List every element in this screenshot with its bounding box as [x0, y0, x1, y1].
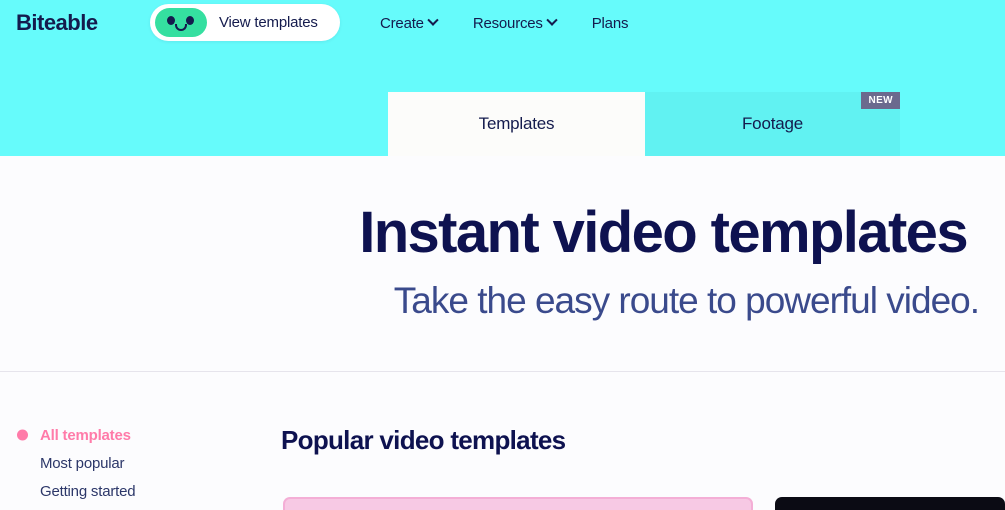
sidebar-item-all-templates[interactable]: All templates [0, 421, 260, 449]
section-heading-popular-video-templates: Popular video templates [281, 425, 566, 455]
primary-navbar: Biteable View templates Create Resources [0, 0, 1005, 46]
tab-templates-label: Templates [478, 114, 555, 133]
content-type-tabs: Templates Footage NEW [388, 92, 900, 156]
template-card[interactable] [283, 497, 753, 510]
tab-templates[interactable]: Templates [388, 92, 645, 156]
sidebar-item-label: Getting started [40, 482, 136, 500]
template-card[interactable] [775, 497, 1005, 510]
sidebar-item-most-popular[interactable]: Most popular [0, 449, 260, 477]
active-dot-icon [17, 429, 28, 441]
page-root: Biteable View templates Create Resources [0, 0, 1005, 510]
main-content: All templates Most popular Getting start… [0, 373, 1005, 510]
nav-item-create-label: Create [380, 14, 424, 32]
chevron-down-icon [546, 14, 558, 26]
page-subtitle: Take the easy route to powerful video. [393, 280, 980, 321]
view-templates-label: View templates [219, 14, 318, 31]
chevron-down-icon [427, 14, 439, 26]
sidebar-item-label: Most popular [40, 454, 125, 472]
hero-section: Instant video templates Take the easy ro… [0, 156, 1005, 372]
sidebar-item-label: All templates [40, 426, 131, 444]
nav-item-resources[interactable]: Resources [472, 14, 558, 32]
nav-item-plans-label: Plans [591, 14, 629, 32]
nav-item-create[interactable]: Create [380, 14, 439, 32]
view-templates-button[interactable]: View templates [150, 4, 340, 41]
tab-footage-label: Footage [742, 114, 803, 133]
tab-footage[interactable]: Footage NEW [645, 92, 900, 156]
nav-item-plans[interactable]: Plans [592, 15, 629, 32]
nav-item-resources-label: Resources [472, 14, 543, 32]
nav-links: Create Resources Plans [380, 0, 628, 46]
biteable-mascot-icon [155, 8, 207, 37]
page-title: Instant video templates [359, 200, 968, 265]
sidebar-item-getting-started[interactable]: Getting started [0, 477, 260, 505]
biteable-logo[interactable]: Biteable [16, 12, 98, 34]
category-sidebar: All templates Most popular Getting start… [0, 421, 260, 505]
status-badge-new: NEW [861, 92, 900, 109]
site-header: Biteable View templates Create Resources [0, 0, 1005, 156]
